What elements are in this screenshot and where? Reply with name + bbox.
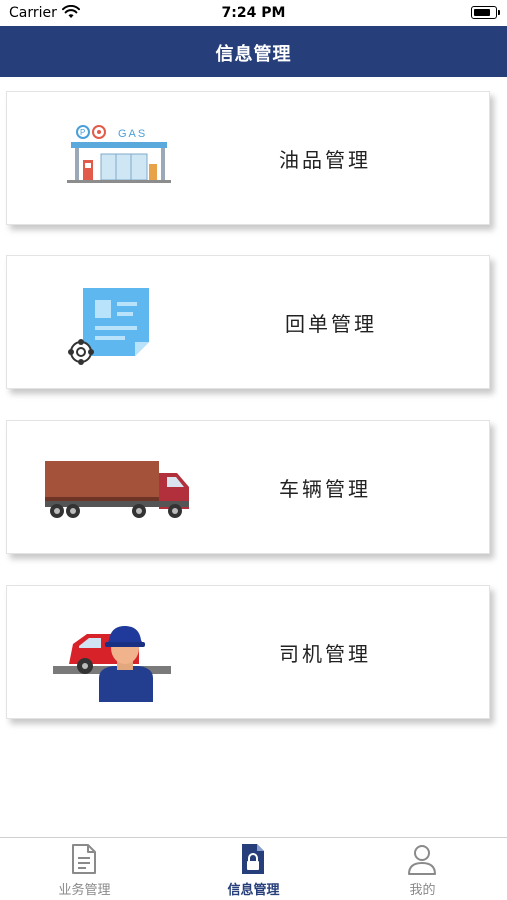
status-bar: Carrier 7:24 PM	[0, 0, 507, 26]
secure-document-icon	[242, 844, 264, 874]
menu-card-vehicle-label: 车辆管理	[279, 477, 371, 501]
page-title: 信息管理	[215, 44, 292, 65]
menu-card-receipt[interactable]: 回单管理	[6, 255, 490, 389]
gas-station-icon: P GAS	[67, 125, 171, 183]
menu-card-fuel[interactable]: P GAS 油品管理	[6, 91, 490, 225]
battery-icon	[471, 6, 500, 19]
driver-icon	[53, 626, 171, 702]
gas-sign-text: GAS	[118, 128, 147, 140]
tab-info[interactable]: 信息管理	[169, 838, 338, 900]
menu-card-driver-label: 司机管理	[279, 642, 371, 666]
tab-mine[interactable]: 我的	[338, 838, 507, 900]
menu-card-driver[interactable]: 司机管理	[6, 585, 490, 719]
menu-card-vehicle[interactable]: 车辆管理	[6, 420, 490, 554]
tab-mine-label: 我的	[409, 883, 436, 898]
status-time: 7:24 PM	[221, 5, 286, 21]
battery-level	[474, 9, 491, 16]
tab-business[interactable]: 业务管理	[0, 838, 169, 900]
svg-text:P: P	[80, 128, 85, 137]
receipt-document-icon	[68, 288, 149, 365]
tab-business-label: 业务管理	[58, 883, 111, 898]
navigation-bar: 信息管理	[0, 26, 507, 77]
tab-info-label: 信息管理	[227, 883, 280, 898]
menu-card-receipt-label: 回单管理	[285, 312, 377, 336]
truck-icon	[45, 461, 189, 518]
user-icon	[408, 845, 436, 875]
document-icon	[72, 844, 96, 874]
tab-bar: 业务管理 信息管理 我的	[0, 837, 507, 900]
menu-card-fuel-label: 油品管理	[279, 148, 371, 172]
